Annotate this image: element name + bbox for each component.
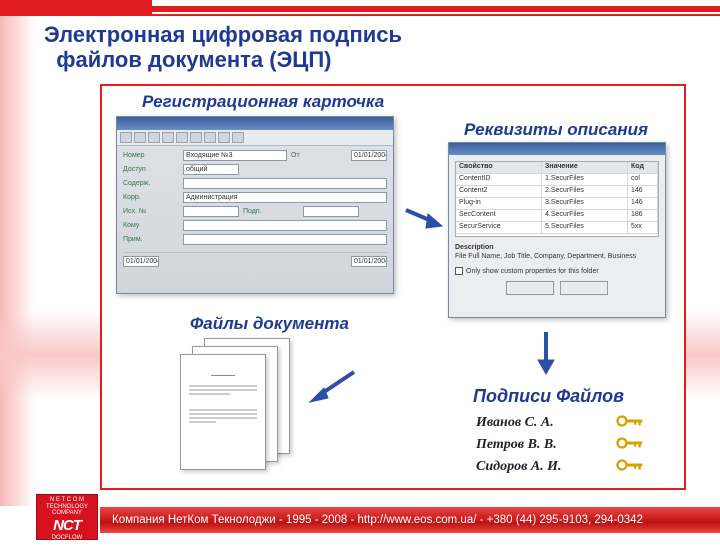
field-label: Исх. № (123, 208, 179, 215)
footer: Компания НетКом Текнолоджи - 1995 - 2008… (0, 498, 720, 540)
field-label: Доступ (123, 166, 179, 173)
propwin-titlebar (449, 143, 665, 155)
header-topbar (0, 6, 720, 12)
field-label: Содерж. (123, 180, 179, 187)
toolbar-icon[interactable] (134, 132, 146, 143)
page-title: Электронная цифровая подпись файлов доку… (44, 22, 402, 73)
title-line2: файлов документа (ЭЦП) (56, 47, 331, 72)
grid-cell: 2.SecurFiles (542, 186, 628, 197)
field-input[interactable] (183, 234, 387, 245)
checkbox-row[interactable]: Only show custom properties for this fol… (455, 267, 659, 275)
toolbar-icon[interactable] (218, 132, 230, 143)
grid-cell: 146 (628, 198, 658, 209)
footer-bar: Компания НетКом Текнолоджи - 1995 - 2008… (100, 507, 720, 533)
signature-name: Петров В. В. (476, 437, 557, 453)
grid-cell: col (628, 174, 658, 185)
grid-cell: 146 (628, 186, 658, 197)
toolbar-icon[interactable] (232, 132, 244, 143)
document-stack: ———— (180, 338, 320, 468)
signature-row: Петров В. В. (476, 435, 646, 454)
date-field[interactable]: 01/01/2004 (351, 256, 387, 267)
field-label: Кому (123, 222, 179, 229)
grid-header: Значение (542, 162, 628, 173)
props-grid: СвойствоЗначениеКод ContentID1.SecurFile… (455, 161, 659, 237)
field-input[interactable]: общий (183, 164, 239, 175)
title-line1: Электронная цифровая подпись (44, 22, 402, 47)
label-description-props: Реквизиты описания (464, 120, 648, 140)
signature-row: Иванов С. А. (476, 413, 646, 432)
key-icon (616, 413, 646, 432)
logo-bottom: DOCFLOW SYSTEMS (37, 535, 97, 548)
field-label: Номер (123, 152, 179, 159)
checkbox-icon[interactable] (455, 267, 463, 275)
toolbar-icon[interactable] (190, 132, 202, 143)
content-frame: Регистрационная карточка Реквизиты описа… (100, 84, 686, 490)
registration-card-window: Номер Входящие №3 От 01/01/2004 Доступ общий… (116, 116, 394, 294)
label-registration-card: Регистрационная карточка (142, 92, 384, 112)
arrow-icon (402, 196, 446, 236)
signature-row: Сидоров А. И. (476, 457, 646, 476)
arrow-icon (534, 330, 558, 378)
checkbox-label: Only show custom properties for this fol… (466, 268, 599, 275)
grid-cell: 4.SecurFiles (542, 210, 628, 221)
grid-cell: SecContent (456, 210, 542, 221)
cancel-button[interactable] (560, 281, 608, 295)
field-input[interactable]: Входящие №3 (183, 150, 287, 161)
toolbar-icon[interactable] (204, 132, 216, 143)
grid-cell: 5xx (628, 222, 658, 233)
field-label: От (291, 152, 347, 159)
field-input[interactable] (303, 206, 359, 217)
document-page: ———— (180, 354, 266, 470)
grid-cell: 186 (628, 210, 658, 221)
toolbar-icon[interactable] (148, 132, 160, 143)
side-gradient (0, 16, 34, 506)
grid-header: Свойство (456, 162, 542, 173)
toolbar-icon[interactable] (162, 132, 174, 143)
label-document-files: Файлы документа (190, 314, 349, 334)
grid-cell: 3.SecurFiles (542, 198, 628, 209)
field-input[interactable] (183, 206, 239, 217)
grid-cell: Content2 (456, 186, 542, 197)
grid-header: Код (628, 162, 658, 173)
arrow-icon (302, 366, 362, 406)
header-thinrule (152, 14, 720, 16)
field-label: Подп. (243, 208, 299, 215)
desc-text: File Full Name, Job Title, Company, Depa… (455, 253, 636, 260)
regwin-titlebar (117, 117, 393, 130)
label-file-signatures: Подписи Файлов (473, 386, 624, 407)
regwin-body: Номер Входящие №3 От 01/01/2004 Доступ общий… (117, 146, 393, 271)
props-window: СвойствоЗначениеКод ContentID1.SecurFile… (448, 142, 666, 318)
date-field[interactable]: 01/01/2004 (123, 256, 159, 267)
signature-name: Сидоров А. И. (476, 459, 562, 475)
field-label: Прим. (123, 236, 179, 243)
regwin-toolbar (117, 130, 393, 146)
field-label: Корр. (123, 194, 179, 201)
key-icon (616, 457, 646, 476)
toolbar-icon[interactable] (176, 132, 188, 143)
grid-cell: Plug-in (456, 198, 542, 209)
field-input[interactable]: 01/01/2004 (351, 150, 387, 161)
grid-cell: 1.SecurFiles (542, 174, 628, 185)
signature-name: Иванов С. А. (476, 415, 554, 431)
props-description: Description File Full Name, Job Title, C… (455, 243, 659, 261)
grid-cell: ContentID (456, 174, 542, 185)
footer-logo: N E T C O M TECHNOLOGY COMPANY NCT DOCFL… (36, 494, 98, 540)
toolbar-icon[interactable] (120, 132, 132, 143)
footer-text: Компания НетКом Текнолоджи - 1995 - 2008… (112, 514, 643, 526)
signatures-list: Иванов С. А. Петров В. В. Сидоров А. И. (476, 410, 646, 479)
field-input[interactable] (183, 220, 387, 231)
key-icon (616, 435, 646, 454)
field-input[interactable]: Администрация (183, 192, 387, 203)
logo-big: NCT (37, 518, 97, 535)
field-input[interactable] (183, 178, 387, 189)
desc-label: Description (455, 244, 494, 251)
ok-button[interactable] (506, 281, 554, 295)
grid-cell: 5.SecurFiles (542, 222, 628, 233)
logo-top: N E T C O M TECHNOLOGY COMPANY (37, 497, 97, 517)
grid-cell: SecurService (456, 222, 542, 233)
